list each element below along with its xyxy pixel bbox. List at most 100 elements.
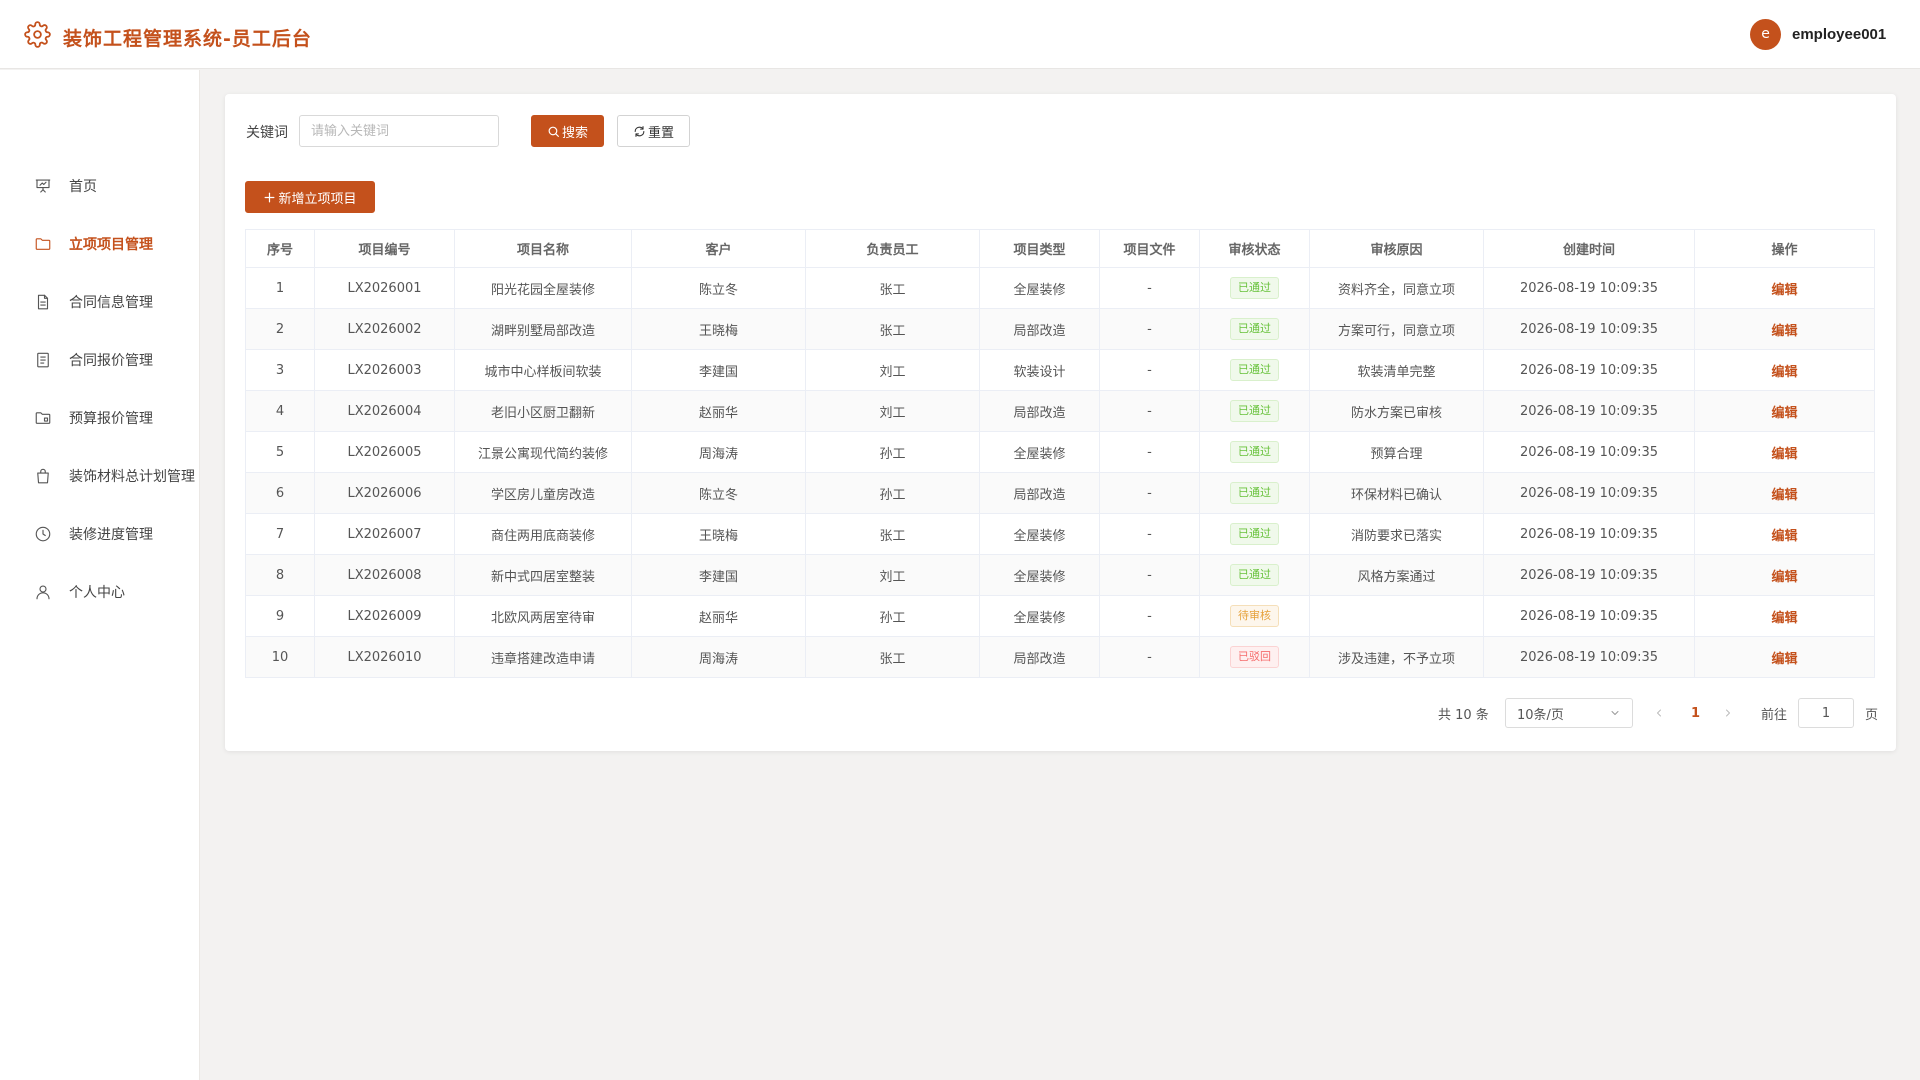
column-header: 负责员工 <box>805 229 980 268</box>
sidebar-item-progress[interactable]: 装修进度管理 <box>0 514 200 554</box>
page-size-value: 10条/页 <box>1517 707 1564 723</box>
table-cell: 老旧小区厨卫翻新 <box>454 390 632 432</box>
table-cell: 王晓梅 <box>631 308 806 350</box>
table-cell: 已通过 <box>1199 267 1310 309</box>
goto-page-input[interactable]: 1 <box>1798 698 1854 728</box>
table-cell: 刘工 <box>805 554 980 596</box>
table-cell: - <box>1099 308 1200 350</box>
edit-link[interactable]: 编辑 <box>1771 447 1797 462</box>
sidebar-item-home[interactable]: 首页 <box>0 166 200 206</box>
table-cell: 风格方案通过 <box>1309 554 1484 596</box>
table-cell: 赵丽华 <box>631 390 806 432</box>
refresh-icon <box>634 125 645 137</box>
reset-button[interactable]: 重置 <box>617 115 690 147</box>
next-page-button[interactable] <box>1722 698 1734 728</box>
keyword-label: 关键词 <box>246 125 288 141</box>
table-cell: 全屋装修 <box>979 267 1100 309</box>
table-cell: 张工 <box>805 513 980 555</box>
sidebar-item-budget-quote[interactable]: 预算报价管理 <box>0 398 200 438</box>
table-cell: 已驳回 <box>1199 636 1310 678</box>
chevron-down-icon <box>1611 711 1619 715</box>
edit-link[interactable]: 编辑 <box>1771 488 1797 503</box>
table-cell: 已通过 <box>1199 431 1310 473</box>
edit-link[interactable]: 编辑 <box>1771 611 1797 626</box>
column-header: 客户 <box>631 229 806 268</box>
edit-link[interactable]: 编辑 <box>1771 652 1797 667</box>
table-cell: 张工 <box>805 308 980 350</box>
edit-link[interactable]: 编辑 <box>1771 570 1797 585</box>
column-header: 创建时间 <box>1483 229 1695 268</box>
table-cell: 孙工 <box>805 472 980 514</box>
column-header: 项目文件 <box>1099 229 1200 268</box>
table-cell: 6 <box>245 472 315 514</box>
column-header: 项目编号 <box>314 229 455 268</box>
table-cell: 李建国 <box>631 349 806 391</box>
status-badge: 已通过 <box>1230 441 1279 463</box>
sidebar-item-label: 合同报价管理 <box>69 353 153 369</box>
page-size-select[interactable]: 10条/页 <box>1505 698 1633 728</box>
table-cell: 8 <box>245 554 315 596</box>
table-cell: 2026-08-19 10:09:35 <box>1483 431 1695 473</box>
column-header: 审核原因 <box>1309 229 1484 268</box>
table-cell: 江景公寓现代简约装修 <box>454 431 632 473</box>
search-button[interactable]: 搜索 <box>531 115 604 147</box>
table-cell: 陈立冬 <box>631 267 806 309</box>
table-cell: 李建国 <box>631 554 806 596</box>
pagination-total: 共 10 条 <box>1438 707 1489 723</box>
column-header: 审核状态 <box>1199 229 1310 268</box>
table-cell: 局部改造 <box>979 636 1100 678</box>
sidebar-item-material-plan[interactable]: 装饰材料总计划管理 <box>0 456 200 496</box>
table-cell: LX2026009 <box>314 595 455 637</box>
sidebar-item-profile[interactable]: 个人中心 <box>0 572 200 612</box>
table-cell: - <box>1099 554 1200 596</box>
add-project-button[interactable]: 新增立项项目 <box>245 181 375 213</box>
table-cell: 编辑 <box>1694 472 1875 514</box>
table-cell: 局部改造 <box>979 390 1100 432</box>
sidebar-item-label: 首页 <box>69 179 97 195</box>
sidebar-item-contract-quote[interactable]: 合同报价管理 <box>0 340 200 380</box>
sidebar-item-label: 装修进度管理 <box>69 527 153 543</box>
edit-link[interactable]: 编辑 <box>1771 283 1797 298</box>
table-row: 8 LX2026008 新中式四居室整装 李建国 刘工 全屋装修 - 已通过 风格方案通过 202… <box>245 554 1875 596</box>
table-cell: 涉及违建，不予立项 <box>1309 636 1484 678</box>
prev-page-button[interactable] <box>1653 698 1665 728</box>
page-number-current[interactable]: 1 <box>1691 698 1700 728</box>
table-cell: 2026-08-19 10:09:35 <box>1483 472 1695 514</box>
table-cell: 城市中心样板间软装 <box>454 349 632 391</box>
status-badge: 已通过 <box>1230 482 1279 504</box>
table-cell: 编辑 <box>1694 390 1875 432</box>
table-cell: 王晓梅 <box>631 513 806 555</box>
table-cell: LX2026006 <box>314 472 455 514</box>
edit-link[interactable]: 编辑 <box>1771 324 1797 339</box>
table-cell: LX2026008 <box>314 554 455 596</box>
edit-link[interactable]: 编辑 <box>1771 365 1797 380</box>
keyword-input[interactable] <box>299 115 499 147</box>
table-cell: 资料齐全，同意立项 <box>1309 267 1484 309</box>
table-row: 7 LX2026007 商住两用底商装修 王晓梅 张工 全屋装修 - 已通过 消防要求已落实 20… <box>245 513 1875 555</box>
username[interactable]: employee001 <box>1792 26 1886 43</box>
table-row: 10 LX2026010 违章搭建改造申请 周海涛 张工 局部改造 - 已驳回 涉及违建，不予立… <box>245 636 1875 678</box>
edit-link[interactable]: 编辑 <box>1771 529 1797 544</box>
add-project-button-label: 新增立项项目 <box>278 191 357 207</box>
table-cell: 北欧风两居室待审 <box>454 595 632 637</box>
table-cell: - <box>1099 595 1200 637</box>
table-cell: 刘工 <box>805 390 980 432</box>
status-badge: 已通过 <box>1230 359 1279 381</box>
sidebar-item-project-approval[interactable]: 立项项目管理 <box>0 224 200 264</box>
edit-link[interactable]: 编辑 <box>1771 406 1797 421</box>
list-document-icon <box>37 352 49 368</box>
table-cell: 学区房儿童房改造 <box>454 472 632 514</box>
sidebar-item-contract-info[interactable]: 合同信息管理 <box>0 282 200 322</box>
table-cell: 全屋装修 <box>979 513 1100 555</box>
table-cell: 编辑 <box>1694 308 1875 350</box>
table-cell: - <box>1099 513 1200 555</box>
table-cell: 7 <box>245 513 315 555</box>
project-table: 序号 项目编号 项目名称 客户 负责员工 项目类型 项目文件 审核状态 审核原因 创建时间 操作 1… <box>245 229 1875 678</box>
table-cell: 周海涛 <box>631 431 806 473</box>
table-row: 6 LX2026006 学区房儿童房改造 陈立冬 孙工 局部改造 - 已通过 环保材料已确认 20… <box>245 472 1875 514</box>
table-cell: 陈立冬 <box>631 472 806 514</box>
table-cell: 商住两用底商装修 <box>454 513 632 555</box>
avatar[interactable]: e <box>1750 19 1781 50</box>
table-cell: 张工 <box>805 636 980 678</box>
main-panel: 关键词 搜索 重置 新增立项项目 序号项目编号项目名称客户负责员工项目类型项目文… <box>225 94 1896 751</box>
